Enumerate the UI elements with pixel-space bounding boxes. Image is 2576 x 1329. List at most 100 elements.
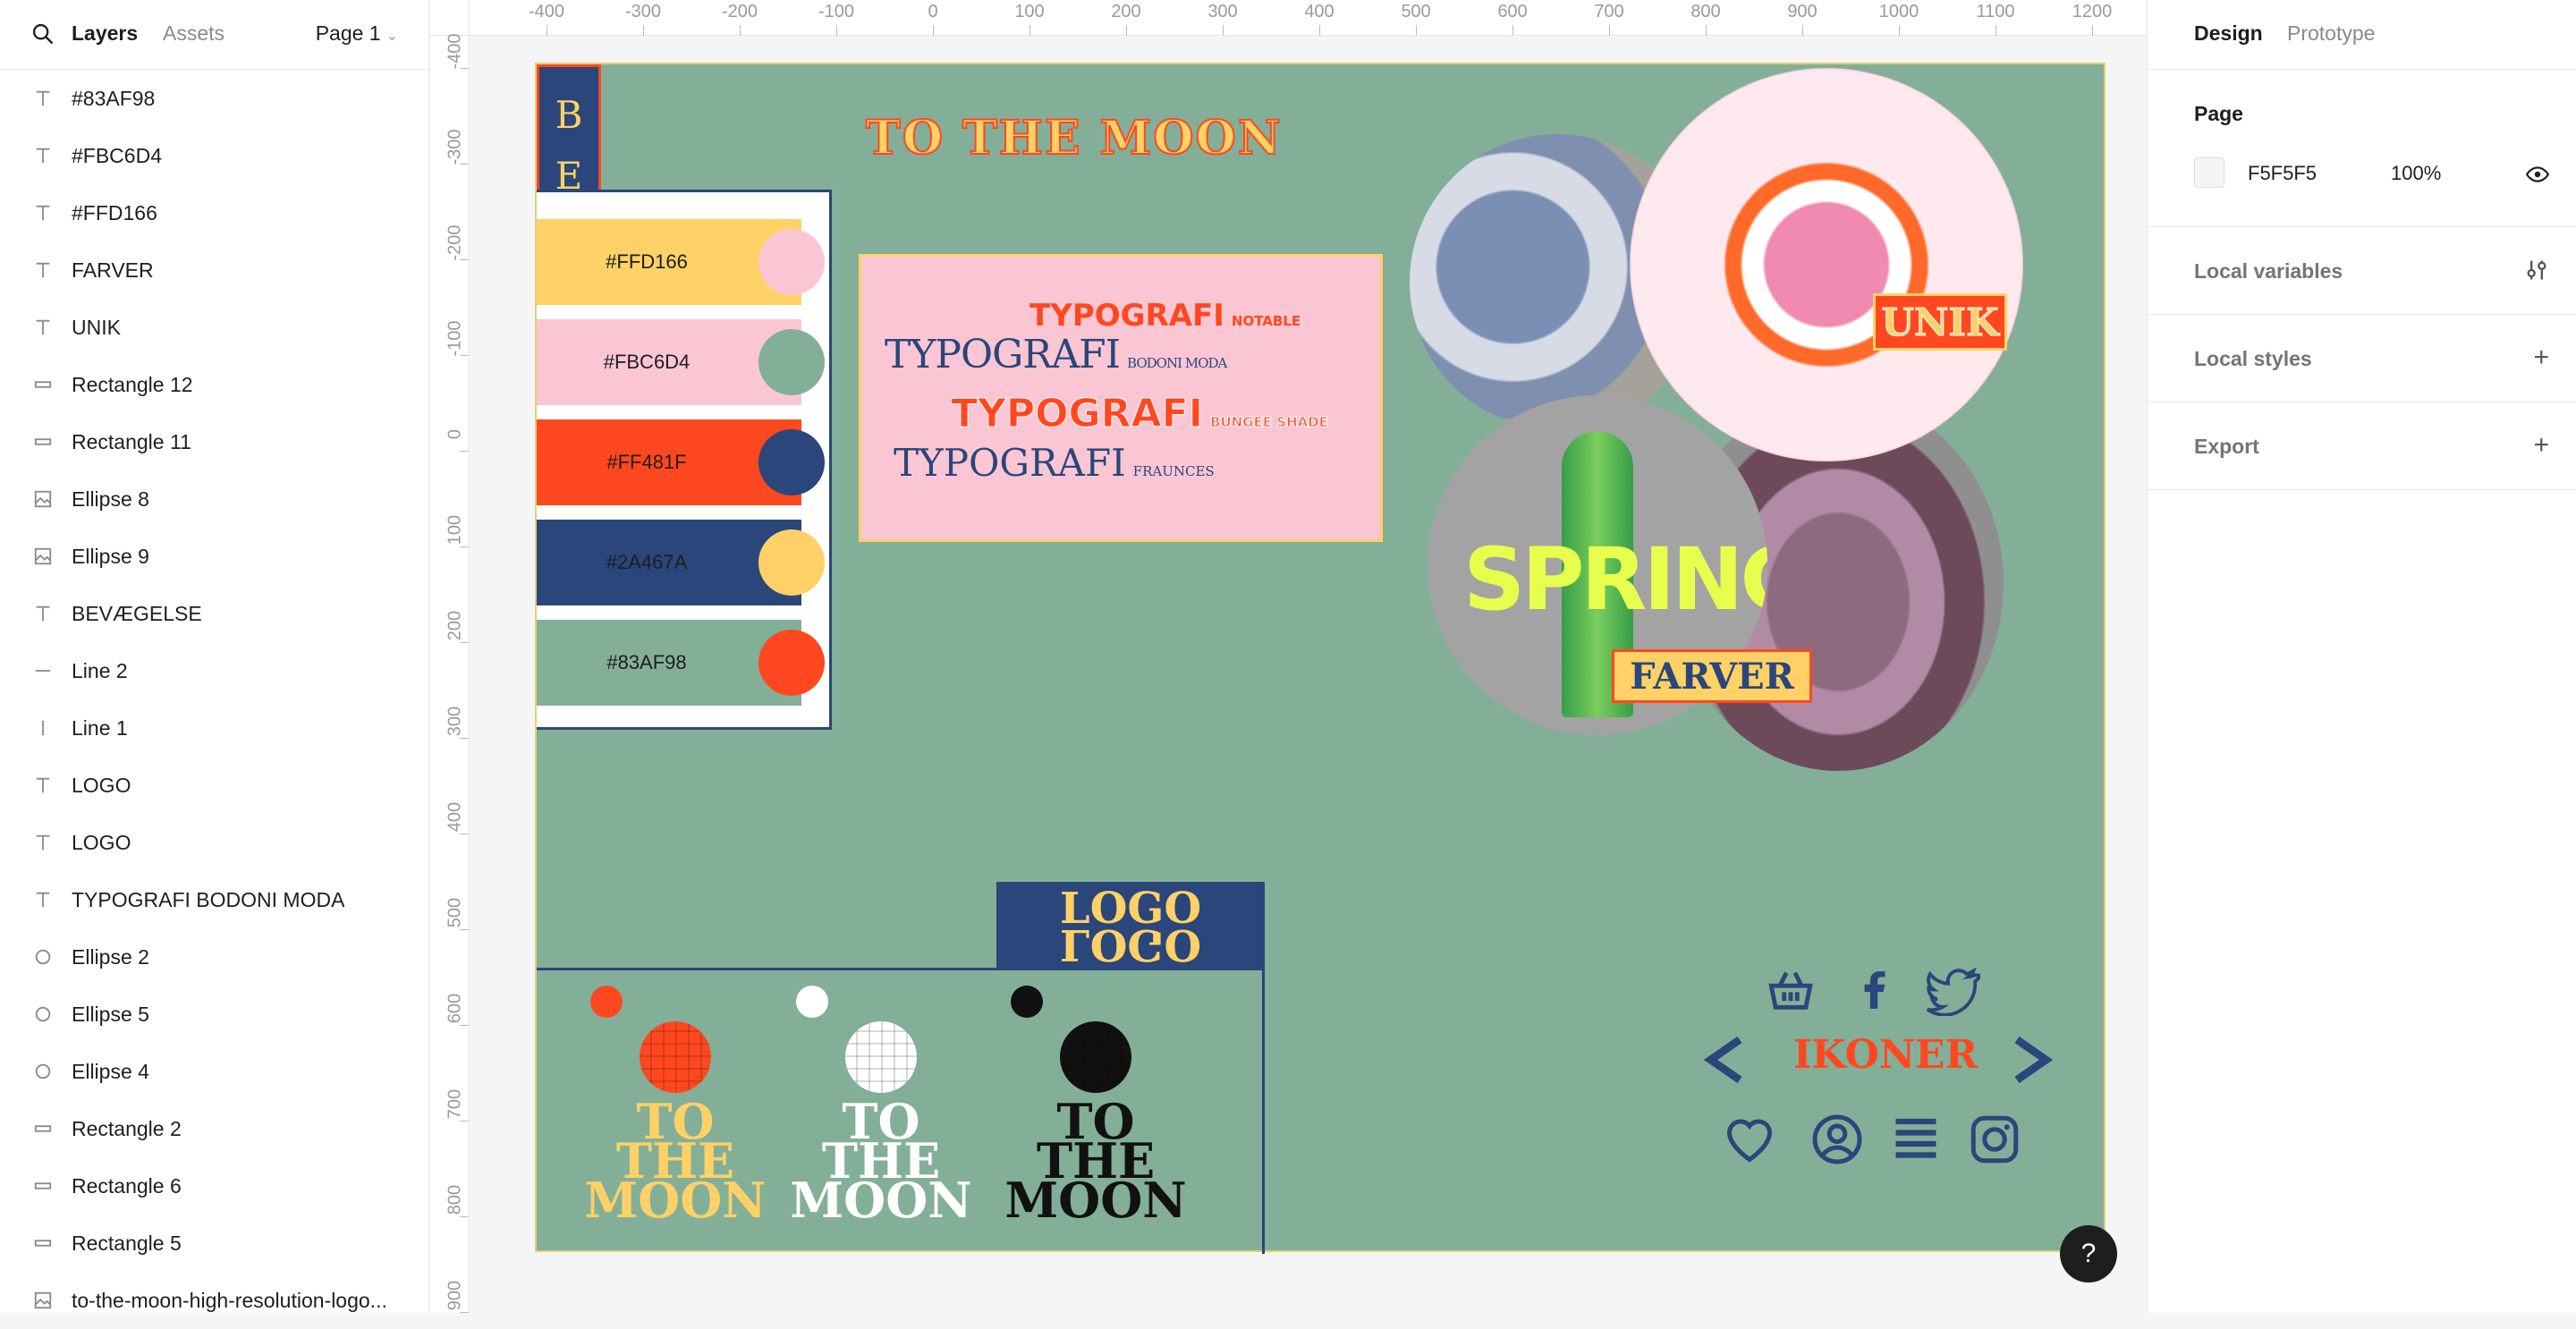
layer-row[interactable]: FARVER (0, 241, 428, 299)
sliders-icon[interactable] (2524, 258, 2549, 283)
ruler-tick (1802, 25, 1803, 36)
tab-layers[interactable]: Layers (72, 21, 138, 46)
search-icon[interactable] (30, 21, 55, 47)
logo-variant[interactable]: TO THE MOON (572, 986, 778, 1245)
text-icon (32, 832, 54, 853)
layer-row[interactable]: #FBC6D4 (0, 127, 428, 184)
chevron-right-icon[interactable] (2004, 1030, 2057, 1089)
rectangle-icon (32, 1175, 54, 1197)
layer-row[interactable]: Ellipse 2 (0, 928, 428, 986)
profile-icon[interactable] (1810, 1111, 1864, 1168)
layer-row[interactable]: Rectangle 12 (0, 356, 428, 413)
icons-section[interactable]: IKONER (1699, 964, 2075, 1197)
plus-icon[interactable]: + (2533, 344, 2549, 371)
unik-tag[interactable]: UNIK (1873, 293, 2007, 351)
color-palette[interactable]: #FFD166 #FBC6D4 #FF481F #2A467A #83AF98 (537, 190, 832, 730)
layer-row[interactable]: Ellipse 8 (0, 470, 428, 528)
layer-row[interactable]: Ellipse 9 (0, 528, 428, 585)
help-button[interactable]: ? (2060, 1225, 2117, 1282)
logo-word: MOON (790, 1172, 972, 1229)
layer-name: #FFD166 (72, 200, 157, 224)
basket-icon[interactable] (1764, 964, 1818, 1016)
tab-assets[interactable]: Assets (163, 21, 225, 46)
text-icon (32, 317, 54, 338)
menu-icon[interactable] (1889, 1111, 1943, 1168)
layer-row[interactable]: LOGO (0, 757, 428, 814)
layer-row[interactable]: LOGO (0, 814, 428, 871)
layer-row[interactable]: Rectangle 5 (0, 1215, 428, 1272)
layer-row[interactable]: TYPOGRAFI BODONI MODA (0, 871, 428, 928)
twitter-icon[interactable] (1927, 964, 1980, 1016)
layer-row[interactable]: Rectangle 2 (0, 1100, 428, 1157)
instagram-icon[interactable] (1968, 1111, 2021, 1168)
ruler-top-label: 1100 (1976, 2, 2015, 21)
logo-label[interactable]: LOGO LOGO (996, 882, 1265, 969)
page-color-swatch[interactable] (2194, 157, 2224, 188)
typography-font-name: BUNGEE SHADE (1210, 414, 1329, 431)
artboard-title[interactable]: TO THE MOON (865, 110, 1282, 166)
canvas[interactable]: -400 -300 -200 -100 0 100 200 300 400 500 600 700 80… (430, 0, 2146, 1313)
ruler-tick (460, 68, 469, 69)
typography-sample-notable: TYPOGRAFI NOTABLE (1030, 298, 1301, 334)
ruler-tick (460, 1121, 469, 1122)
page-color-value[interactable]: F5F5F5 (2248, 162, 2317, 185)
girl-phone-photo[interactable] (1630, 68, 2023, 461)
typography-card[interactable]: TYPOGRAFI NOTABLE TYPOGRAFI BODONI MODA TY… (859, 254, 1383, 542)
layer-row[interactable]: Line 2 (0, 642, 428, 699)
ruler-left: -400 -300 -200 -100 0 100 200 300 400 500 600 700 80… (430, 33, 470, 1313)
farver-tag[interactable]: FARVER (1612, 649, 1812, 703)
logo-variant[interactable]: TO THE MOON (778, 986, 984, 1245)
page-selector[interactable]: Page 1 ⌄ (316, 21, 398, 46)
ruler-top-label: -400 (528, 2, 565, 21)
layer-row[interactable]: Rectangle 11 (0, 413, 428, 470)
chevron-left-icon[interactable] (1699, 1030, 1753, 1089)
local-styles-section[interactable]: Local styles + (2148, 315, 2576, 402)
layer-row[interactable]: #FFD166 (0, 184, 428, 241)
eye-icon[interactable] (2526, 165, 2549, 184)
layer-row[interactable]: UNIK (0, 299, 428, 356)
layer-row[interactable]: to-the-moon-high-resolution-logo... (0, 1272, 428, 1329)
typography-word: TYPOGRAFI (950, 391, 1204, 437)
tab-design[interactable]: Design (2194, 21, 2263, 46)
ruler-left-label: -300 (445, 129, 465, 165)
rectangle-icon (32, 374, 54, 395)
text-icon (32, 202, 54, 224)
ruler-top-label: 1200 (2072, 2, 2113, 21)
image-icon (32, 488, 54, 510)
image-icon (32, 1290, 54, 1311)
page-opacity-value[interactable]: 100% (2391, 162, 2441, 185)
layer-name: Rectangle 5 (72, 1231, 182, 1255)
palette-dot[interactable] (758, 529, 825, 596)
facebook-icon[interactable] (1852, 964, 1896, 1016)
layer-row[interactable]: Line 1 (0, 699, 428, 757)
layer-row[interactable]: #83AF98 (0, 70, 428, 127)
design-panel-header: Design Prototype (2148, 0, 2576, 70)
layer-row[interactable]: Ellipse 4 (0, 1043, 428, 1100)
palette-dot[interactable] (758, 329, 825, 395)
layer-name: to-the-moon-high-resolution-logo... (72, 1288, 387, 1312)
disco-ball-small-icon (590, 986, 623, 1018)
ruler-left-label: -200 (445, 224, 465, 261)
local-variables-section[interactable]: Local variables (2148, 227, 2576, 315)
layer-name: Rectangle 11 (72, 429, 191, 453)
artboard[interactable]: TO THE MOON #FFD166 #FBC6D4 #FF481F #2A467A… (535, 63, 2106, 1254)
palette-dot[interactable] (758, 429, 825, 495)
plus-icon[interactable]: + (2533, 432, 2549, 459)
heart-icon[interactable] (1723, 1111, 1776, 1168)
palette-dot[interactable] (758, 229, 825, 295)
disco-ball-small-icon (796, 986, 828, 1018)
export-section[interactable]: Export + (2148, 402, 2576, 490)
logo-variant[interactable]: TO THE MOON (993, 986, 1199, 1245)
tab-prototype[interactable]: Prototype (2287, 21, 2375, 46)
typography-font-name: FRAUNCES (1132, 463, 1215, 479)
layer-row[interactable]: Rectangle 6 (0, 1157, 428, 1215)
ruler-left-label: 900 (445, 1280, 465, 1311)
typography-sample-fraunces: TYPOGRAFI FRAUNCES (894, 441, 1215, 485)
ruler-tick (836, 25, 837, 36)
layer-row[interactable]: Ellipse 5 (0, 986, 428, 1043)
palette-dot[interactable] (758, 630, 825, 696)
ellipse-icon (32, 1003, 54, 1025)
layer-row[interactable]: BEVÆGELSE (0, 585, 428, 642)
disco-ball-icon (1060, 1021, 1131, 1093)
ruler-tick (460, 642, 469, 643)
